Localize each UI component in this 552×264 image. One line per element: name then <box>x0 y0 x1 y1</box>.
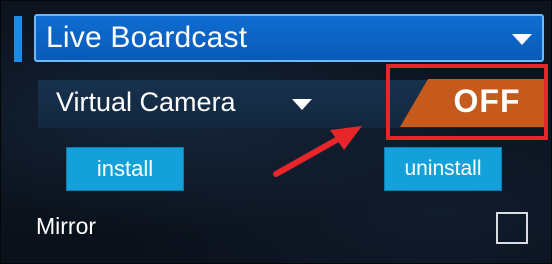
panel-border <box>0 0 552 264</box>
